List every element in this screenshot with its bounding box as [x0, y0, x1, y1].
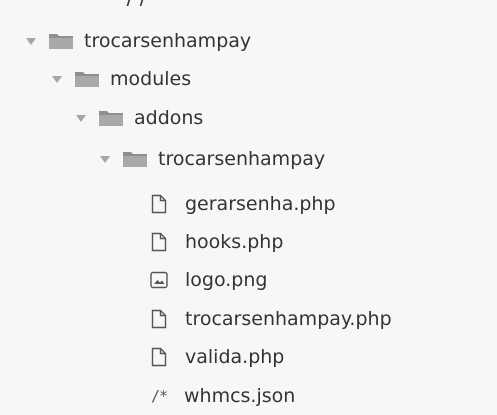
tree-folder-label: modules	[110, 68, 192, 90]
file-icon	[149, 309, 169, 329]
tree-file-label: trocarsenhampay.php	[185, 308, 392, 330]
tree-file-label: whmcs.json	[184, 385, 296, 407]
folder-icon	[74, 69, 100, 89]
json-icon: /*	[150, 387, 168, 405]
tree-folder-modules[interactable]: modules	[0, 60, 497, 98]
tree-file-item[interactable]: logo.png	[0, 261, 497, 299]
folder-icon	[48, 31, 74, 51]
image-icon	[149, 270, 169, 290]
previous-item-fragment: / /	[120, 0, 230, 6]
tree-folder-root[interactable]: trocarsenhampay	[0, 22, 497, 60]
tree-file-item[interactable]: valida.php	[0, 338, 497, 376]
tree-file-label: gerarsenha.php	[185, 193, 336, 215]
tree-folder-label: trocarsenhampay	[84, 30, 252, 52]
chevron-down-icon[interactable]	[74, 111, 88, 125]
tree-file-item[interactable]: /* whmcs.json	[0, 377, 497, 415]
tree-file-item[interactable]: gerarsenha.php	[0, 185, 497, 223]
tree-folder-plugin[interactable]: trocarsenhampay	[0, 140, 497, 178]
file-icon	[149, 232, 169, 252]
tree-file-label: valida.php	[185, 346, 285, 368]
tree-file-item[interactable]: trocarsenhampay.php	[0, 300, 497, 338]
tree-file-item[interactable]: hooks.php	[0, 223, 497, 261]
file-icon	[149, 347, 169, 367]
chevron-down-icon[interactable]	[50, 72, 64, 86]
file-tree: / / trocarsenhampay modules	[0, 0, 497, 412]
tree-file-label: logo.png	[185, 269, 268, 291]
tree-folder-label: trocarsenhampay	[158, 148, 326, 170]
tree-file-label: hooks.php	[185, 231, 284, 253]
chevron-down-icon[interactable]	[24, 34, 38, 48]
folder-icon	[122, 149, 148, 169]
folder-icon	[98, 108, 124, 128]
chevron-down-icon[interactable]	[98, 152, 112, 166]
file-icon	[149, 194, 169, 214]
tree-folder-addons[interactable]: addons	[0, 99, 497, 137]
tree-folder-label: addons	[134, 107, 204, 129]
